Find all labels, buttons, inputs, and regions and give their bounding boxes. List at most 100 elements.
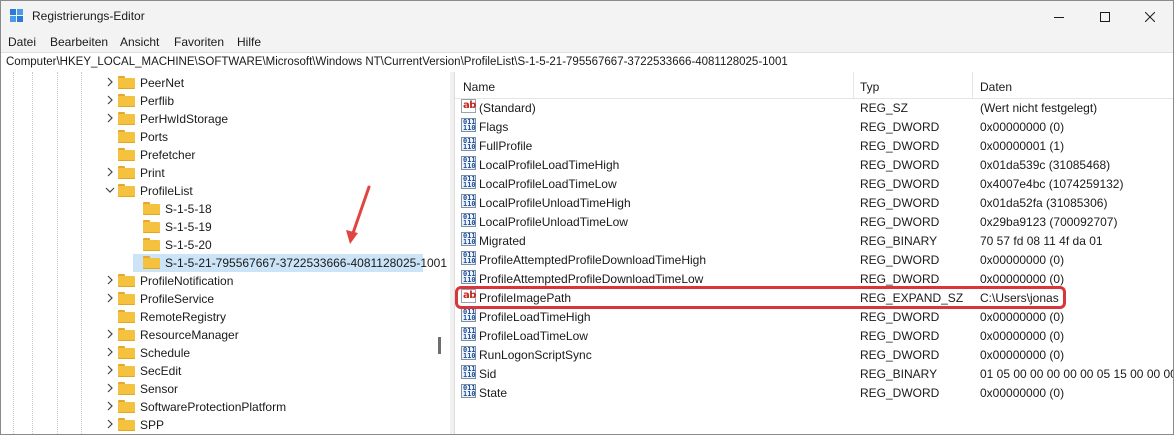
- column-divider[interactable]: [853, 72, 854, 98]
- value-name: LocalProfileLoadTimeLow: [479, 177, 617, 191]
- value-row[interactable]: 011 110 Sid REG_BINARY 01 05 00 00 00 00 00 …: [455, 364, 1173, 383]
- column-header-name[interactable]: Name: [463, 80, 495, 94]
- value-name: Sid: [479, 367, 497, 381]
- value-name: Flags: [479, 120, 509, 134]
- folder-icon: [118, 94, 135, 107]
- tree-item[interactable]: Print: [1, 164, 450, 182]
- close-icon: [1145, 11, 1155, 22]
- tree-item[interactable]: S-1-5-19: [1, 218, 450, 236]
- minimize-icon: [1054, 16, 1064, 18]
- menu-hilfe[interactable]: Hilfe: [237, 35, 261, 49]
- chevron-right-icon[interactable]: [105, 275, 115, 285]
- value-row[interactable]: 011 110 LocalProfileLoadTimeHigh REG_DWORD 0…: [455, 155, 1173, 174]
- value-type: REG_DWORD: [860, 139, 940, 153]
- binary-value-icon: 011 110: [461, 156, 476, 170]
- value-row[interactable]: 011 110 LocalProfileUnloadTimeLow REG_DWORD…: [455, 212, 1173, 231]
- binary-value-icon: 011 110: [461, 384, 476, 398]
- tree-item[interactable]: RemoteRegistry: [1, 308, 450, 326]
- chevron-right-icon[interactable]: [105, 419, 115, 429]
- tree-item[interactable]: Schedule: [1, 344, 450, 362]
- values-list-pane[interactable]: Name Typ Daten ab (Standard) REG_SZ (Wert n…: [455, 72, 1173, 434]
- folder-icon: [143, 202, 160, 215]
- value-row[interactable]: 011 110 RunLogonScriptSync REG_DWORD 0x00000…: [455, 345, 1173, 364]
- tree-item-label: Sensor: [140, 382, 179, 396]
- chevron-right-icon[interactable]: [105, 401, 115, 411]
- value-row[interactable]: 011 110 Flags REG_DWORD 0x00000000 (0): [455, 117, 1173, 136]
- binary-value-icon: 011 110: [461, 346, 476, 360]
- tree-item[interactable]: S-1-5-21-795567667-3722533666-4081128025…: [1, 254, 450, 272]
- value-row[interactable]: 011 110 State REG_DWORD 0x00000000 (0): [455, 383, 1173, 402]
- folder-icon: [118, 76, 135, 89]
- column-header-type[interactable]: Typ: [860, 80, 879, 94]
- value-type: REG_SZ: [860, 101, 909, 115]
- binary-value-icon: 011 110: [461, 251, 476, 265]
- tree-item[interactable]: PerHwIdStorage: [1, 110, 450, 128]
- folder-icon: [118, 418, 135, 431]
- chevron-right-icon[interactable]: [105, 95, 115, 105]
- folder-icon: [143, 238, 160, 251]
- column-divider[interactable]: [972, 72, 973, 98]
- chevron-right-icon[interactable]: [105, 113, 115, 123]
- value-row[interactable]: ab (Standard) REG_SZ (Wert nicht festgelegt…: [455, 98, 1173, 117]
- tree-item[interactable]: SecEdit: [1, 362, 450, 380]
- value-row[interactable]: 011 110 FullProfile REG_DWORD 0x00000001 (1): [455, 136, 1173, 155]
- tree-item-label: ResourceManager: [140, 328, 239, 342]
- tree-item[interactable]: ResourceManager: [1, 326, 450, 344]
- value-row[interactable]: 011 110 Migrated REG_BINARY 70 57 fd 08 11 4…: [455, 231, 1173, 250]
- tree-item[interactable]: ProfileNotification: [1, 272, 450, 290]
- address-path[interactable]: Computer\HKEY_LOCAL_MACHINE\SOFTWARE\Mic…: [6, 56, 788, 68]
- value-data: 01 05 00 00 00 00 00 05 15 00 00 00 33: [980, 367, 1173, 381]
- tree-item[interactable]: Perflib: [1, 92, 450, 110]
- tree-item[interactable]: SoftwareProtectionPlatform: [1, 398, 450, 416]
- maximize-button[interactable]: [1082, 1, 1128, 32]
- tree-item-label: PerHwIdStorage: [140, 112, 229, 126]
- tree-item[interactable]: ProfileService: [1, 290, 450, 308]
- tree-item[interactable]: Prefetcher: [1, 146, 450, 164]
- chevron-right-icon[interactable]: [105, 293, 115, 303]
- tree-item[interactable]: Ports: [1, 128, 450, 146]
- tree-item[interactable]: ProfileList: [1, 182, 450, 200]
- key-tree-pane[interactable]: PeerNet Perflib PerHwIdStorage Ports Prefetc…: [1, 72, 450, 434]
- binary-value-icon: 011 110: [461, 175, 476, 189]
- menu-ansicht[interactable]: Ansicht: [120, 35, 159, 49]
- binary-value-icon: 011 110: [461, 118, 476, 132]
- minimize-button[interactable]: [1036, 1, 1082, 32]
- tree-item-label: S-1-5-18: [165, 202, 212, 216]
- value-type: REG_DWORD: [860, 253, 940, 267]
- value-data: 0x00000000 (0): [980, 329, 1065, 343]
- menu-bearbeiten[interactable]: Bearbeiten: [50, 35, 108, 49]
- tree-item-label: Schedule: [140, 346, 191, 360]
- menu-datei[interactable]: Datei: [8, 35, 36, 49]
- chevron-right-icon[interactable]: [105, 77, 115, 87]
- value-name: ProfileAttemptedProfileDownloadTimeLow: [479, 272, 704, 286]
- annotation-arrow-icon: [346, 185, 371, 244]
- chevron-right-icon[interactable]: [105, 167, 115, 177]
- chevron-right-icon[interactable]: [105, 347, 115, 357]
- value-type: REG_DWORD: [860, 329, 940, 343]
- tree-item[interactable]: S-1-5-18: [1, 200, 450, 218]
- tree-item[interactable]: Sensor: [1, 380, 450, 398]
- menu-favoriten[interactable]: Favoriten: [174, 35, 224, 49]
- tree-item[interactable]: S-1-5-20: [1, 236, 450, 254]
- value-row[interactable]: 011 110 ProfileLoadTimeLow REG_DWORD 0x00000…: [455, 326, 1173, 345]
- address-bar[interactable]: Computer\HKEY_LOCAL_MACHINE\SOFTWARE\Mic…: [1, 52, 1173, 73]
- value-type: REG_BINARY: [860, 367, 938, 381]
- value-row[interactable]: 011 110 LocalProfileLoadTimeLow REG_DWORD 0x…: [455, 174, 1173, 193]
- value-name: LocalProfileLoadTimeHigh: [479, 158, 620, 172]
- chevron-right-icon[interactable]: [105, 383, 115, 393]
- pane-splitter-grip[interactable]: [438, 337, 441, 354]
- title-bar: Registrierungs-Editor: [1, 1, 1173, 32]
- value-row[interactable]: 011 110 ProfileAttemptedProfileDownloadTim…: [455, 250, 1173, 269]
- folder-icon: [143, 220, 160, 233]
- chevron-down-icon[interactable]: [105, 185, 115, 195]
- close-button[interactable]: [1127, 1, 1173, 32]
- chevron-right-icon[interactable]: [105, 329, 115, 339]
- tree-item[interactable]: SPP: [1, 416, 450, 434]
- binary-value-icon: 011 110: [461, 365, 476, 379]
- folder-icon: [143, 256, 160, 269]
- chevron-right-icon[interactable]: [105, 365, 115, 375]
- value-row[interactable]: 011 110 LocalProfileUnloadTimeHigh REG_DWOR…: [455, 193, 1173, 212]
- tree-item[interactable]: PeerNet: [1, 74, 450, 92]
- value-row[interactable]: 011 110 ProfileLoadTimeHigh REG_DWORD 0x0000…: [455, 307, 1173, 326]
- column-header-data[interactable]: Daten: [980, 80, 1012, 94]
